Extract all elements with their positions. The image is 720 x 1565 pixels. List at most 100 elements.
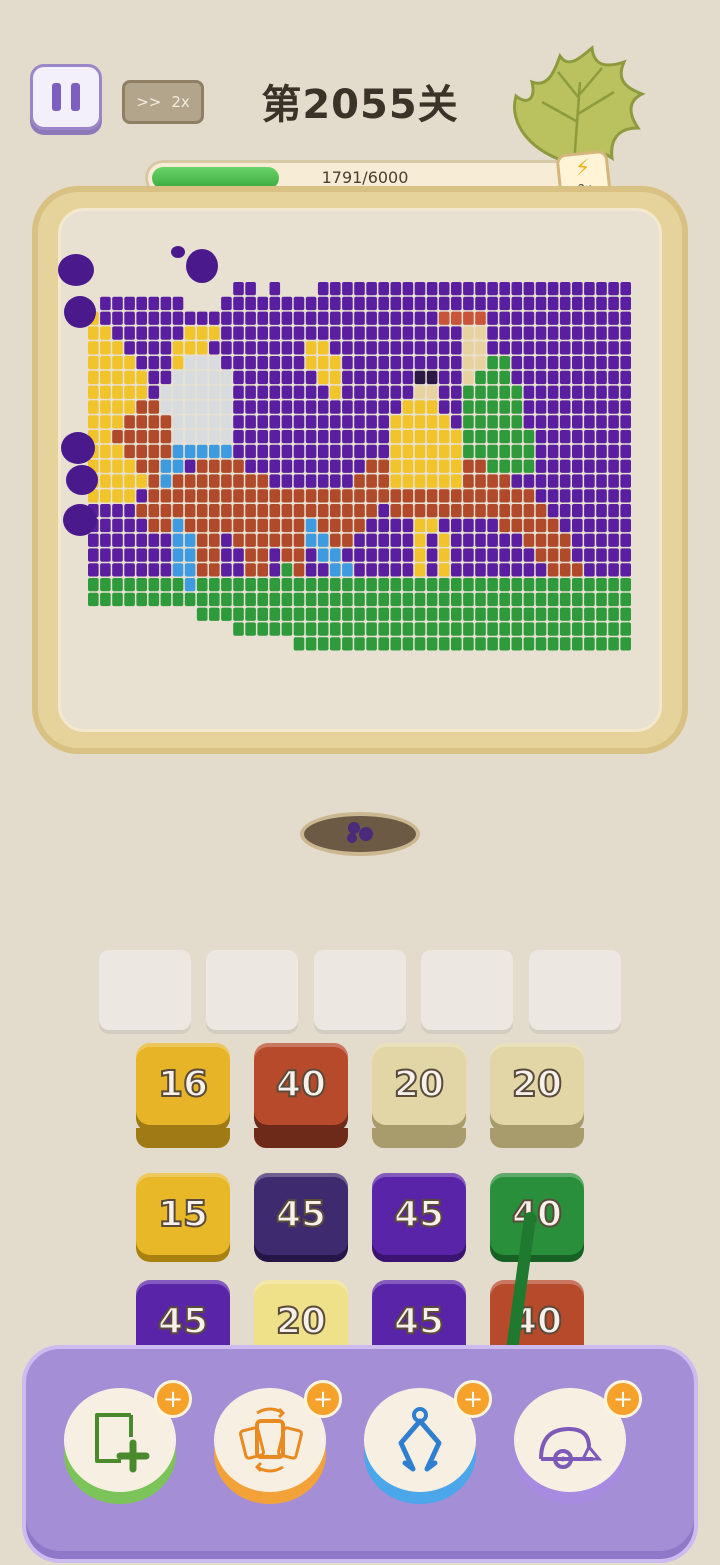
pixel-block (342, 563, 353, 577)
pixel-block (523, 341, 535, 355)
pixel-block (354, 637, 365, 651)
pixel-block (366, 400, 377, 414)
add-slot-button[interactable]: + (64, 1380, 192, 1504)
add-slot-plus-badge[interactable]: + (154, 1380, 192, 1418)
pause-button[interactable] (30, 64, 102, 130)
pixel-block (511, 385, 523, 399)
pixel-block (426, 282, 438, 296)
pixel-block (390, 341, 402, 355)
pixel-block (305, 444, 317, 459)
pixel-block (608, 563, 619, 577)
pixel-block (330, 622, 341, 636)
pixel-block (511, 578, 523, 592)
pixel-block (354, 311, 365, 325)
pixel-block (535, 474, 547, 488)
speed-button[interactable]: >> 2x (122, 80, 204, 124)
vacuum-plus-badge[interactable]: + (604, 1380, 642, 1418)
pixel-block (438, 444, 450, 459)
pixel-block (390, 607, 402, 621)
pixel-block (342, 592, 353, 607)
pixel-block (547, 311, 559, 325)
number-tile[interactable]: 16 (136, 1043, 230, 1125)
pixel-block (475, 282, 486, 296)
pixel-block (559, 592, 571, 607)
pixel-block (402, 474, 414, 488)
pixel-block (559, 622, 571, 636)
pixel-block (475, 578, 486, 592)
pixel-block (535, 533, 547, 547)
pixel-block (366, 385, 377, 399)
pixel-block (233, 282, 244, 296)
pixel-block (245, 311, 256, 325)
pixel-block (463, 548, 474, 562)
pixel-block (233, 296, 244, 311)
pixel-block (100, 563, 111, 577)
number-tile[interactable]: 15 (136, 1173, 230, 1255)
pixel-block (136, 592, 147, 607)
pixel-block (402, 548, 414, 562)
pixel-block (487, 444, 498, 459)
pixel-block (499, 518, 510, 533)
shuffle-plus-badge[interactable]: + (304, 1380, 342, 1418)
pixel-block (559, 326, 571, 340)
pixel-block (414, 637, 426, 651)
pixel-block (535, 592, 547, 607)
pixel-block (136, 578, 147, 592)
pixel-block (584, 607, 595, 621)
number-tile[interactable]: 45 (254, 1173, 348, 1255)
pixel-block (293, 415, 305, 429)
pixel-block (209, 607, 220, 621)
pixel-block (463, 296, 474, 311)
pixel-block (269, 400, 281, 414)
pixel-block (438, 622, 450, 636)
number-tile[interactable]: 45 (372, 1173, 466, 1255)
pixel-block (196, 548, 208, 562)
pixel-block (354, 400, 365, 414)
pixel-block (511, 518, 523, 533)
pixel-block (451, 578, 462, 592)
pixel-block (402, 459, 414, 473)
pixel-block (378, 430, 389, 444)
pixel-block (245, 326, 256, 340)
pixel-block (281, 296, 293, 311)
pixel-block (559, 578, 571, 592)
claw-plus-badge[interactable]: + (454, 1380, 492, 1418)
shuffle-button[interactable]: + (214, 1380, 342, 1504)
pixel-block (269, 370, 281, 385)
speed-label: 2x (171, 93, 190, 111)
pixel-block (608, 311, 619, 325)
number-tile[interactable]: 40 (254, 1043, 348, 1125)
pixel-block (620, 474, 631, 488)
empty-slot (529, 950, 621, 1030)
pixel-block (245, 356, 256, 370)
pixel-block (475, 341, 486, 355)
number-tile[interactable]: 20 (372, 1043, 466, 1125)
pixel-block (596, 385, 607, 399)
pixel-block (463, 504, 474, 518)
pixel-block (269, 622, 281, 636)
pixel-block (88, 563, 99, 577)
pixel-block (305, 474, 317, 488)
pixel-block (559, 548, 571, 562)
pixel-block (330, 533, 341, 547)
pixel-block (596, 444, 607, 459)
pixel-block (305, 311, 317, 325)
pixel-block (511, 370, 523, 385)
vacuum-button[interactable]: + (514, 1380, 642, 1504)
pixel-block (269, 578, 281, 592)
pixel-block (572, 533, 583, 547)
pixel-block (317, 415, 329, 429)
pixel-block (426, 578, 438, 592)
pixel-block (281, 474, 293, 488)
pixel-block (330, 415, 341, 429)
pixel-block (584, 400, 595, 414)
pixel-block (487, 311, 498, 325)
pixel-block (572, 400, 583, 414)
pixel-block (281, 607, 293, 621)
number-tile[interactable]: 20 (490, 1043, 584, 1125)
pixel-block (438, 296, 450, 311)
pixel-block (535, 489, 547, 503)
claw-button[interactable]: + (364, 1380, 492, 1504)
pixel-block (620, 637, 631, 651)
pixel-block (511, 459, 523, 473)
